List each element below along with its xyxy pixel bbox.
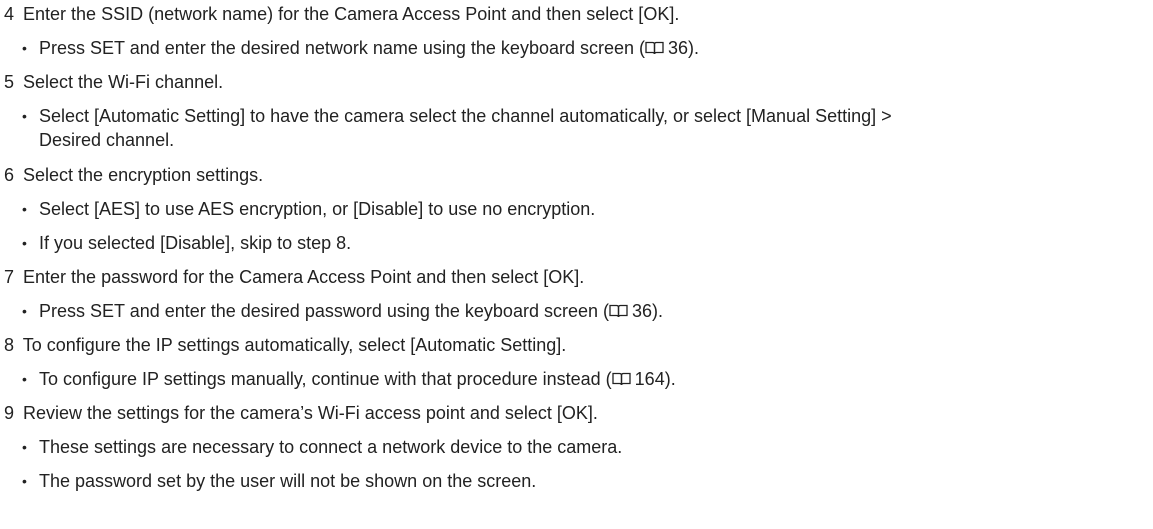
step-text: To configure the IP settings automatical…	[22, 335, 567, 355]
step-5-bullet-1: • Select [Automatic Setting] to have the …	[22, 105, 892, 127]
step-8-bullet-1: • To configure IP settings manually, cont…	[22, 369, 676, 389]
step-number: 4	[4, 4, 15, 24]
bullet-dot: •	[22, 439, 27, 455]
step-9: 9 Review the settings for the camera’s W…	[4, 402, 598, 424]
step-7: 7 Enter the password for the Camera Acce…	[4, 266, 584, 288]
step-5: 5 Select the Wi-Fi channel.	[4, 71, 223, 93]
step-7-bullet-1: • Press SET and enter the desired passwor…	[22, 301, 664, 321]
step-4-bullet-1: • Press SET and enter the desired network…	[22, 38, 700, 58]
bullet-text: These settings are necessary to connect …	[39, 437, 623, 457]
bullet-text: To configure IP settings manually, conti…	[39, 369, 612, 389]
bullet-text: Select [Automatic Setting] to have the c…	[39, 106, 892, 126]
step-number: 6	[4, 165, 15, 185]
step-6: 6 Select the encryption settings.	[4, 164, 263, 186]
bullet-text: Desired channel.	[39, 130, 175, 150]
step-6-bullet-1: • Select [AES] to use AES encryption, or …	[22, 198, 595, 220]
bullet-text: Select [AES] to use AES encryption, or […	[39, 199, 596, 219]
page-reference[interactable]: 164	[635, 369, 665, 389]
book-icon[interactable]	[645, 41, 664, 55]
step-number: 7	[4, 267, 15, 287]
page-reference[interactable]: 36	[668, 38, 688, 58]
bullet-text: If you selected [Disable], skip to step …	[39, 233, 352, 253]
step-9-bullet-2: • The password set by the user will not b…	[22, 470, 536, 492]
step-text: Select the encryption settings.	[23, 165, 264, 185]
step-5-bullet-1-continued: Desired channel.	[39, 129, 174, 151]
bullet-text: Press SET and enter the desired network …	[39, 38, 645, 58]
bullet-dot: •	[22, 303, 27, 319]
step-number: 5	[4, 72, 15, 92]
bullet-dot: •	[22, 40, 27, 56]
step-text: Enter the password for the Camera Access…	[23, 267, 585, 287]
bullet-dot: •	[22, 473, 27, 489]
step-text: Review the settings for the camera’s Wi-…	[23, 403, 598, 423]
bullet-dot: •	[22, 371, 27, 387]
bullet-text: The password set by the user will not be…	[39, 471, 537, 491]
manual-page: 4 Enter the SSID (network name) for the …	[0, 0, 1153, 529]
book-icon[interactable]	[612, 372, 631, 386]
step-6-bullet-2: • If you selected [Disable], skip to step…	[22, 232, 351, 254]
bullet-dot: •	[22, 235, 27, 251]
step-8: 8 To configure the IP settings automatic…	[4, 334, 566, 356]
step-9-bullet-1: • These settings are necessary to connect…	[22, 436, 622, 458]
step-4: 4 Enter the SSID (network name) for the …	[4, 3, 679, 25]
step-text: Enter the SSID (network name) for the Ca…	[23, 4, 680, 24]
step-number: 9	[4, 403, 15, 423]
bullet-dot: •	[22, 108, 27, 124]
bullet-text: Press SET and enter the desired password…	[39, 301, 609, 321]
step-text: Select the Wi-Fi channel.	[23, 72, 224, 92]
bullet-dot: •	[22, 201, 27, 217]
step-number: 8	[4, 335, 15, 355]
book-icon[interactable]	[609, 304, 628, 318]
page-reference[interactable]: 36	[632, 301, 652, 321]
